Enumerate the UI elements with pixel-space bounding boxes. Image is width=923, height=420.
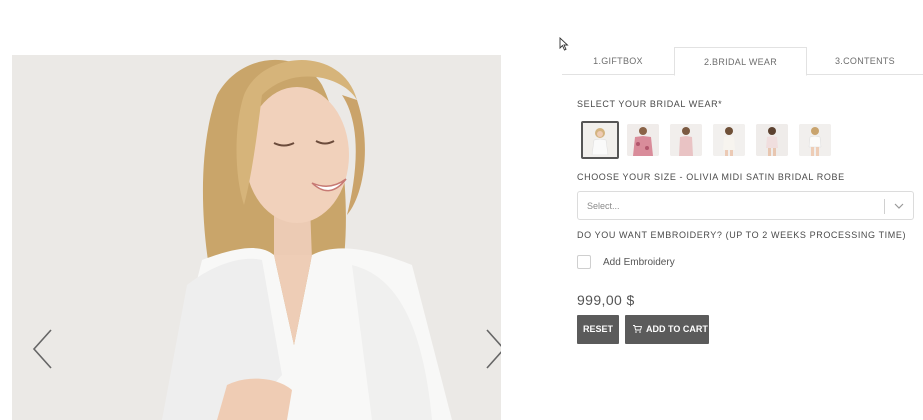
cart-icon xyxy=(633,325,642,333)
embroidery-checkbox[interactable] xyxy=(577,255,591,269)
swatch-image xyxy=(713,124,745,156)
configurator-tabs: 1.GIFTBOX 2.BRIDAL WEAR 3.CONTENTS xyxy=(562,47,923,76)
tab-contents[interactable]: 3.CONTENTS xyxy=(807,47,923,75)
carousel-next-arrow-icon[interactable] xyxy=(482,327,501,371)
embroidery-heading: DO YOU WANT EMBROIDERY? (UP TO 2 WEEKS P… xyxy=(577,230,907,240)
size-select-placeholder: Select... xyxy=(587,201,620,211)
product-image-carousel[interactable] xyxy=(12,55,501,420)
swatch-image xyxy=(756,124,788,156)
swatch-ivory-set[interactable] xyxy=(713,124,745,156)
size-select[interactable]: Select... xyxy=(577,191,914,220)
swatch-pink-floral-robe[interactable] xyxy=(627,124,659,156)
swatch-image xyxy=(585,125,615,155)
bridal-wear-options xyxy=(577,121,877,161)
reset-button[interactable]: RESET xyxy=(577,315,619,344)
swatch-blush-set[interactable] xyxy=(670,124,702,156)
tab-giftbox[interactable]: 1.GIFTBOX xyxy=(562,47,674,75)
carousel-prev-arrow-icon[interactable] xyxy=(30,327,56,371)
select-separator xyxy=(884,199,885,214)
tab-bridal-wear[interactable]: 2.BRIDAL WEAR xyxy=(674,47,807,76)
embroidery-option[interactable]: Add Embroidery xyxy=(577,254,777,270)
chevron-down-icon xyxy=(894,203,904,209)
bridal-wear-heading: SELECT YOUR BRIDAL WEAR* xyxy=(577,99,723,109)
add-to-cart-button[interactable]: ADD TO CART xyxy=(625,315,709,344)
add-to-cart-label: ADD TO CART xyxy=(646,324,708,334)
swatch-white-short-set[interactable] xyxy=(799,124,831,156)
swatch-image xyxy=(799,124,831,156)
product-configurator: 1.GIFTBOX 2.BRIDAL WEAR 3.CONTENTS SELEC… xyxy=(562,44,923,420)
embroidery-checkbox-label[interactable]: Add Embroidery xyxy=(603,257,675,268)
swatch-image xyxy=(670,124,702,156)
swatch-white-robe[interactable] xyxy=(581,121,619,159)
product-photo xyxy=(12,55,501,420)
size-heading: CHOOSE YOUR SIZE - OLIVIA MIDI SATIN BRI… xyxy=(577,172,845,182)
swatch-image xyxy=(627,124,659,156)
swatch-lace-set[interactable] xyxy=(756,124,788,156)
product-price: 999,00 $ xyxy=(577,292,635,308)
